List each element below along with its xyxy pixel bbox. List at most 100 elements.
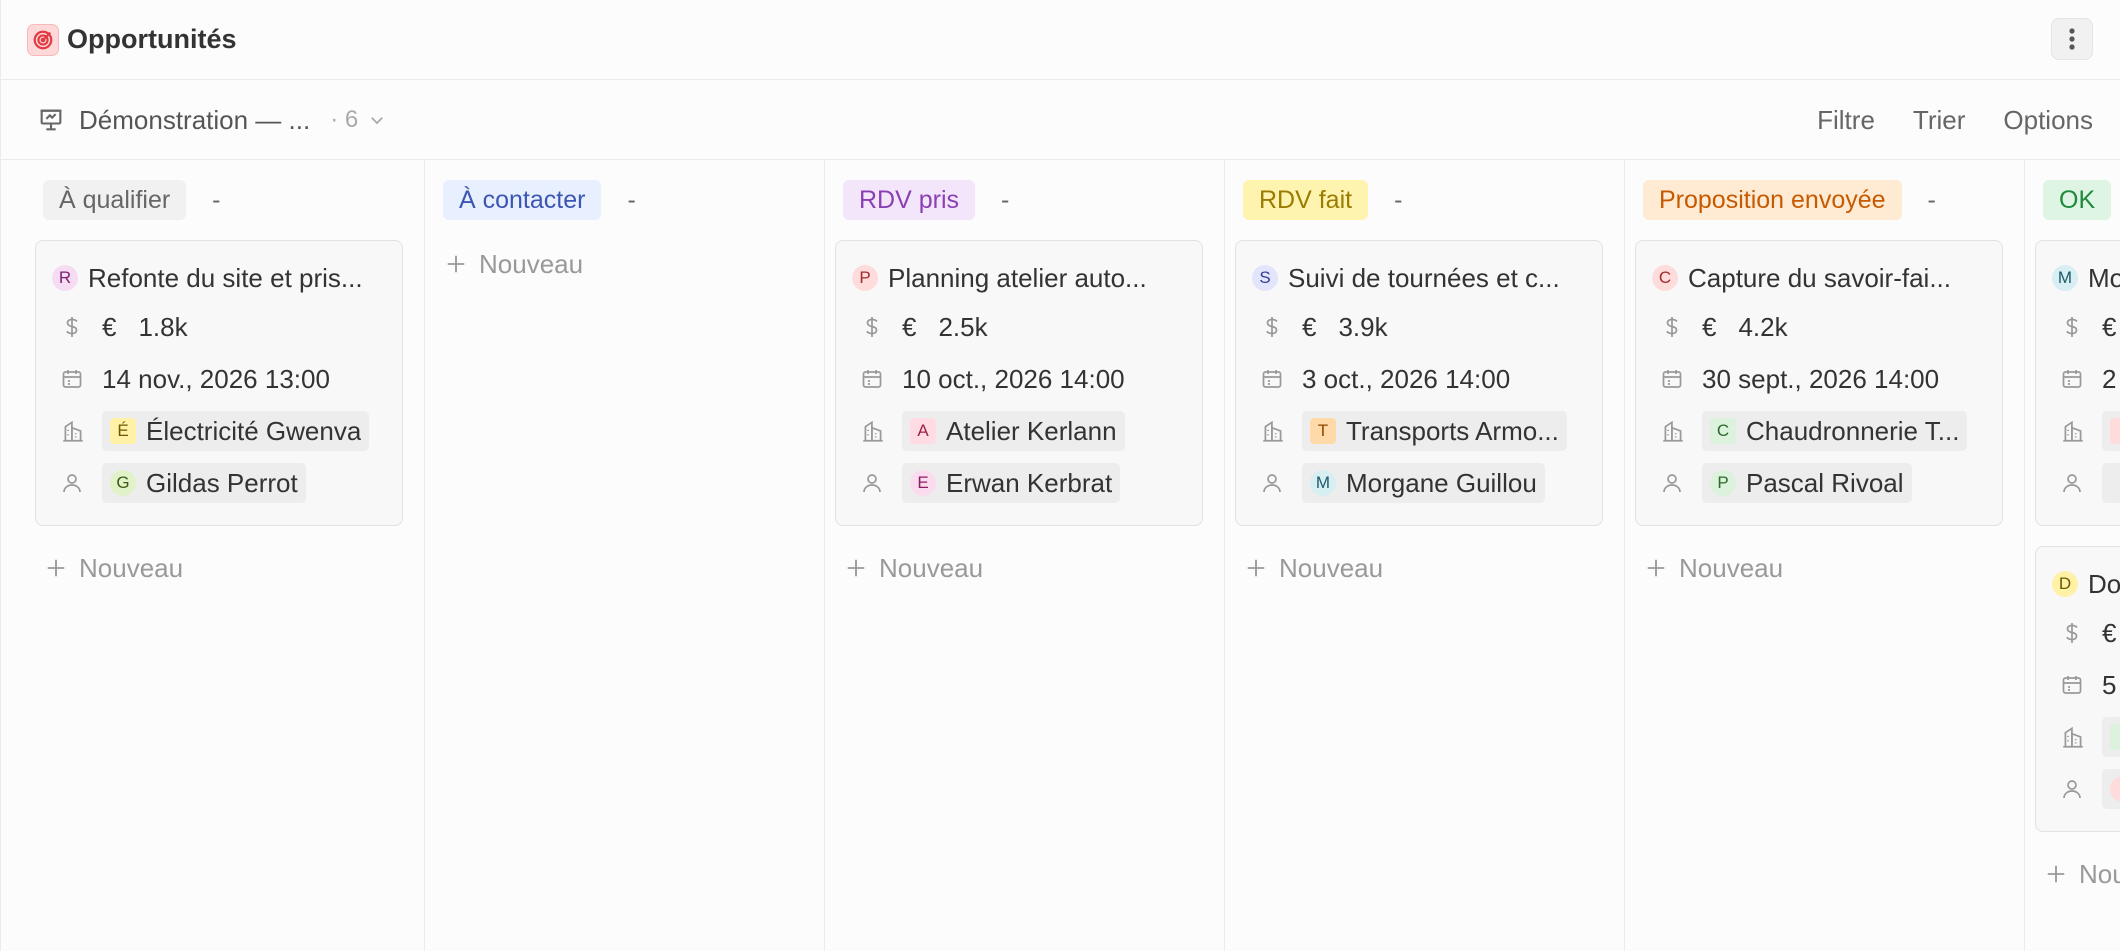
contact-field[interactable]: G Gildas Perrot [52,463,402,503]
sort-button[interactable]: Trier [1913,105,1965,136]
add-new-button[interactable]: Nouveau [445,244,814,284]
calendar-icon [1252,359,1292,399]
amount-field[interactable]: € [2052,307,2120,347]
contact-name: Pascal Rivoal [1746,467,1904,498]
options-button[interactable]: Options [2003,105,2093,136]
column-aggregate: - [1927,185,1936,214]
column-header[interactable]: À contacter - [443,180,814,220]
column-status-label: À contacter [443,180,602,220]
contact-chip[interactable]: G Gildas Perrot [102,463,306,503]
opportunity-avatar: C [1652,265,1678,291]
column-header[interactable]: RDV pris - [843,180,1214,220]
close-date-value: 2 [2102,363,2117,394]
contact-chip[interactable] [2102,769,2120,809]
amount-field[interactable]: € 2.5k [852,307,1202,347]
building-icon [2052,717,2092,757]
company-field[interactable] [2052,411,2120,451]
add-new-button[interactable]: Nouveau [2045,854,2120,894]
add-new-button[interactable]: Nouveau [845,548,1214,588]
column-cards: S Suivi de tournées et c... € 3.9k 3 oct… [1235,240,1614,526]
board-column: À qualifier - R Refonte du site et pris.… [25,160,425,951]
user-icon [852,463,892,503]
dollar-icon [2052,307,2092,347]
amount-value: 2.5k [938,311,988,342]
dollar-icon [1252,307,1292,347]
company-field[interactable]: C Chaudronnerie T... [1652,411,2002,451]
opportunity-card[interactable]: P Planning atelier auto... € 2.5k 10 oct… [835,240,1203,526]
contact-chip[interactable]: M Morgane Guillou [1302,463,1545,503]
column-header[interactable]: OK [2043,180,2120,220]
company-field[interactable]: É Électricité Gwenva [52,411,402,451]
kanban-board: À qualifier - R Refonte du site et pris.… [25,160,2120,951]
company-field[interactable] [2052,717,2120,757]
opportunity-title: Planning atelier auto... [888,262,1147,293]
amount-field[interactable]: € 1.8k [52,307,402,347]
add-new-button[interactable]: Nouveau [45,548,414,588]
company-field[interactable]: A Atelier Kerlann [852,411,1202,451]
close-date-field[interactable]: 14 nov., 2026 13:00 [52,359,402,399]
view-switcher[interactable]: Démonstration — ... · 6 [37,100,386,140]
company-logo: A [910,418,936,444]
user-icon [1652,463,1692,503]
contact-chip[interactable] [2102,463,2120,503]
amount-field[interactable]: € 4.2k [1652,307,2002,347]
column-cards: R Refonte du site et pris... € 1.8k 14 n… [35,240,414,526]
contact-field[interactable]: E Erwan Kerbrat [852,463,1202,503]
plus-icon [1247,559,1265,577]
more-options-button[interactable] [2051,18,2093,60]
company-chip[interactable] [2102,411,2120,451]
filter-button[interactable]: Filtre [1817,105,1875,136]
opportunity-card[interactable]: M Mo € 2 [2035,240,2120,526]
company-logo: T [1310,418,1336,444]
company-logo: É [110,418,136,444]
contact-field[interactable] [2052,769,2120,809]
company-chip[interactable]: C Chaudronnerie T... [1702,411,1968,451]
close-date-field[interactable]: 30 sept., 2026 14:00 [1652,359,2002,399]
page-title: Opportunités [67,24,237,54]
column-aggregate: - [627,185,636,214]
close-date-value: 30 sept., 2026 14:00 [1702,363,1940,394]
calendar-icon [52,359,92,399]
close-date-field[interactable]: 2 [2052,359,2120,399]
add-new-button[interactable]: Nouveau [1245,548,1614,588]
close-date-field[interactable]: 10 oct., 2026 14:00 [852,359,1202,399]
company-chip[interactable]: A Atelier Kerlann [902,411,1125,451]
column-header[interactable]: À qualifier - [43,180,414,220]
add-new-label: Nouveau [79,552,184,583]
column-cards: C Capture du savoir-fai... € 4.2k 30 sep… [1635,240,2014,526]
view-name: Démonstration — ... [79,104,311,135]
company-chip[interactable] [2102,717,2120,757]
vertical-dots-icon [2069,28,2075,50]
opportunity-avatar: D [2052,571,2078,597]
company-name: Chaudronnerie T... [1746,415,1960,446]
contact-field[interactable]: M Morgane Guillou [1252,463,1602,503]
company-name: Électricité Gwenva [146,415,362,446]
calendar-icon [2052,665,2092,705]
add-new-button[interactable]: Nouveau [1645,548,2014,588]
presentation-icon [40,109,62,131]
opportunity-title: Refonte du site et pris... [88,262,363,293]
contact-chip[interactable]: P Pascal Rivoal [1702,463,1912,503]
close-date-field[interactable]: 5 [2052,665,2120,705]
contact-chip[interactable]: E Erwan Kerbrat [902,463,1121,503]
opportunity-card[interactable]: R Refonte du site et pris... € 1.8k 14 n… [35,240,403,526]
plus-icon [47,559,65,577]
amount-field[interactable]: € [2052,613,2120,653]
company-chip[interactable]: É Électricité Gwenva [102,411,370,451]
amount-field[interactable]: € 3.9k [1252,307,1602,347]
close-date-value: 14 nov., 2026 13:00 [102,363,330,394]
contact-field[interactable]: P Pascal Rivoal [1652,463,2002,503]
user-icon [1252,463,1292,503]
contact-name: Gildas Perrot [146,467,298,498]
close-date-field[interactable]: 3 oct., 2026 14:00 [1252,359,1602,399]
opportunity-card[interactable]: S Suivi de tournées et c... € 3.9k 3 oct… [1235,240,1603,526]
plus-icon [847,559,865,577]
opportunity-card[interactable]: D Do € 5 [2035,546,2120,832]
company-field[interactable]: T Transports Armo... [1252,411,1602,451]
currency-symbol: € [1302,311,1317,342]
company-chip[interactable]: T Transports Armo... [1302,411,1567,451]
column-header[interactable]: Proposition envoyée - [1643,180,2014,220]
contact-field[interactable] [2052,463,2120,503]
opportunity-card[interactable]: C Capture du savoir-fai... € 4.2k 30 sep… [1635,240,2003,526]
column-header[interactable]: RDV fait - [1243,180,1614,220]
